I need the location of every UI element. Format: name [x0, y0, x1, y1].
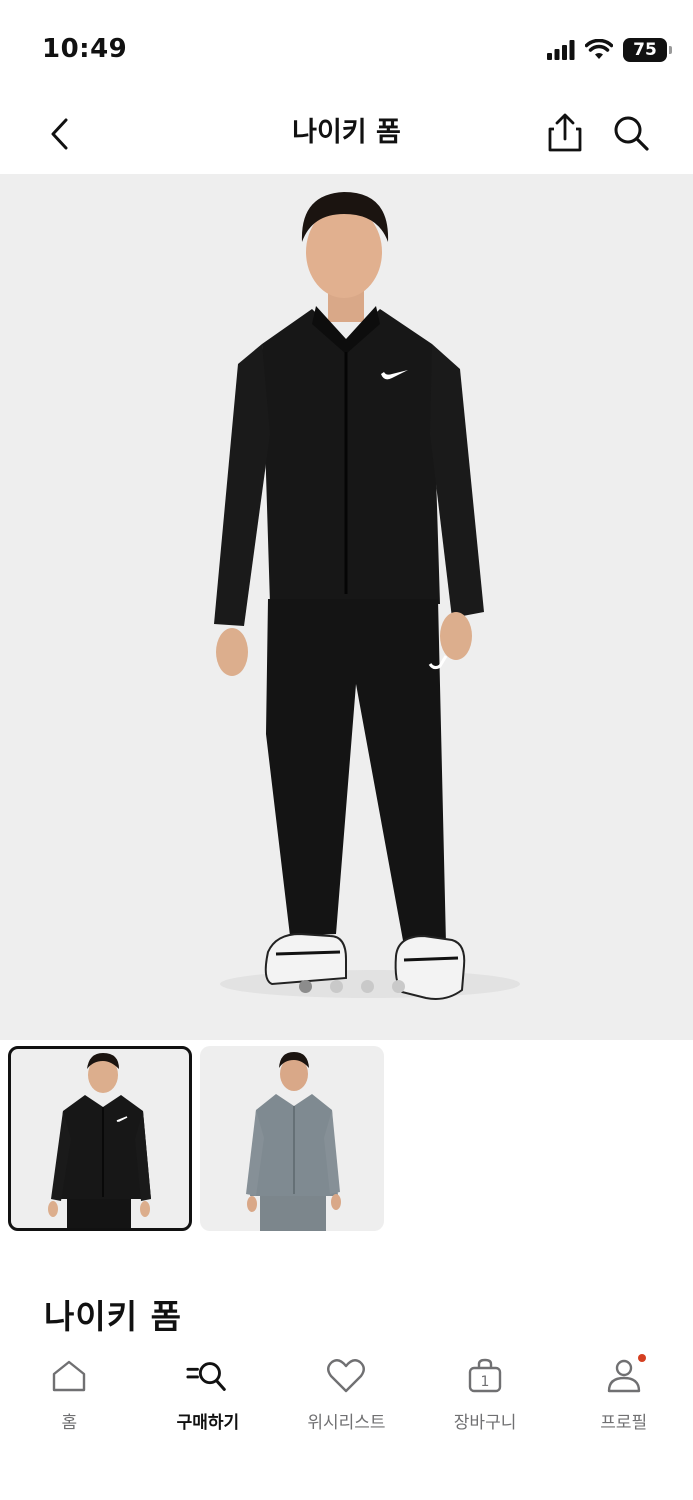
bottom-navigation: 홈 구매하기 위시리스트 1 장바구니 프로필 — [0, 1344, 693, 1444]
share-button[interactable] — [540, 108, 590, 158]
nav-item-profile[interactable]: 프로필 — [554, 1344, 693, 1444]
search-icon — [614, 116, 649, 151]
thumbnail-black-image — [48, 1053, 151, 1228]
nav-item-wishlist[interactable]: 위시리스트 — [277, 1344, 416, 1444]
pagination-dot[interactable] — [360, 980, 374, 993]
color-thumbnails — [8, 1046, 384, 1231]
home-icon — [53, 1360, 86, 1392]
notification-dot — [637, 1354, 646, 1362]
bag-icon: 1 — [468, 1358, 502, 1393]
battery-indicator: 75 — [623, 38, 672, 62]
carousel-pagination — [0, 980, 693, 993]
status-icons: 75 — [547, 38, 672, 62]
search-button[interactable] — [606, 108, 656, 158]
pagination-dot[interactable] — [391, 980, 405, 993]
heart-icon — [327, 1359, 366, 1393]
bag-count: 1 — [481, 1374, 490, 1390]
shop-search-icon — [186, 1362, 226, 1391]
thumbnail-grey[interactable] — [200, 1046, 384, 1231]
thumbnail-black[interactable] — [8, 1046, 192, 1231]
status-time: 10:49 — [42, 34, 128, 64]
nav-label-home: 홈 — [61, 1413, 78, 1433]
top-header: 나이키 폼 — [0, 96, 693, 172]
nav-label-shop: 구매하기 — [176, 1413, 240, 1433]
product-photo — [214, 192, 520, 1000]
status-bar: 10:49 75 — [0, 0, 693, 96]
share-icon — [548, 113, 582, 152]
pagination-dot[interactable] — [329, 980, 343, 993]
nav-label-bag: 장바구니 — [453, 1413, 517, 1433]
pagination-dot[interactable] — [298, 980, 312, 993]
nav-label-wishlist: 위시리스트 — [307, 1413, 386, 1433]
nav-item-bag[interactable]: 1 장바구니 — [416, 1344, 555, 1444]
cellular-signal-icon — [547, 40, 575, 60]
profile-icon — [607, 1359, 640, 1393]
thumbnail-grey-image — [246, 1052, 341, 1231]
nav-item-home[interactable]: 홈 — [0, 1344, 139, 1444]
product-title: 나이키 폼 — [44, 1297, 182, 1336]
product-image-carousel[interactable] — [0, 174, 693, 1040]
wifi-icon — [585, 39, 613, 59]
nav-label-profile: 프로필 — [600, 1413, 648, 1433]
nav-item-shop[interactable]: 구매하기 — [139, 1344, 278, 1444]
